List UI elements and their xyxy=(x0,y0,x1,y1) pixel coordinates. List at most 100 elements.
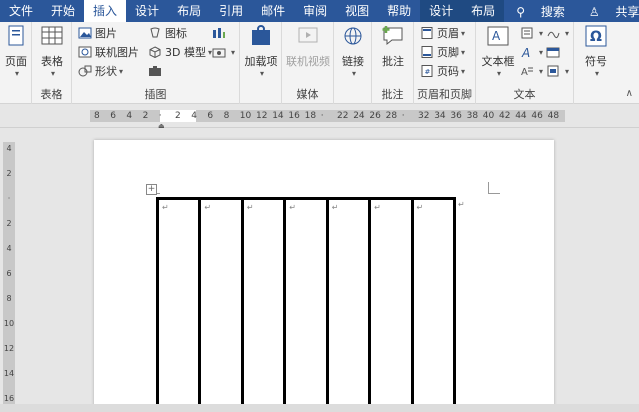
online-picture-button[interactable]: 联机图片 xyxy=(78,43,139,61)
table-cell[interactable]: ↵ xyxy=(414,200,453,412)
group-label-comments: 批注 xyxy=(381,88,404,101)
chevron-down-icon: ▾ xyxy=(14,69,19,78)
tab-review[interactable]: 审阅 xyxy=(294,0,336,22)
group-label-text: 文本 xyxy=(513,88,536,101)
addins-button[interactable]: 加载项 ▾ xyxy=(244,24,278,78)
symbol-button[interactable]: Ω 符号 ▾ xyxy=(579,24,613,78)
chevron-down-icon: ▾ xyxy=(565,28,570,38)
ruler-tick-label: 32 xyxy=(418,111,430,121)
table-cell[interactable]: ↵ xyxy=(371,200,414,412)
table-move-handle-icon[interactable]: + xyxy=(146,184,157,195)
online-video-button[interactable]: 联机视频 xyxy=(284,24,332,69)
cell-end-mark: ↵ xyxy=(162,203,169,212)
wordart-button[interactable]: A ▾ xyxy=(520,43,543,61)
chart-button[interactable]: ▾ xyxy=(212,43,235,61)
group-tables: 表格 ▾ 表格 xyxy=(32,22,72,104)
tab-insert[interactable]: 插入 xyxy=(84,0,127,22)
tab-mailings[interactable]: 邮件 xyxy=(252,0,294,22)
table[interactable]: ↵ ↵ ↵ ↵ ↵ ↵ ↵ xyxy=(156,197,456,412)
tab-right-area: ⚲ 搜索 ♙ 共享 xyxy=(504,3,639,20)
chevron-down-icon: ▾ xyxy=(539,66,544,76)
group-label-illustrations: 插图 xyxy=(144,88,167,101)
group-comments: 批注 批注 xyxy=(372,22,414,104)
table-cell[interactable]: ↵ xyxy=(201,200,244,412)
chevron-down-icon: ▾ xyxy=(594,69,599,78)
ruler-tick-label: 48 xyxy=(547,111,560,121)
cube-icon xyxy=(149,46,161,58)
group-header-footer: 页眉 ▾ 页脚 ▾ # 页码 ▾ 页眉和页脚 xyxy=(414,22,476,104)
shapes-icon xyxy=(78,65,92,77)
page-number-icon: # xyxy=(421,65,433,77)
search-box[interactable]: ⚲ 搜索 xyxy=(504,3,577,20)
smartart-button[interactable] xyxy=(212,24,229,42)
pages-button[interactable]: 页面 ▾ xyxy=(2,24,30,78)
calendar-icon xyxy=(546,47,560,58)
ruler-tick-label: · xyxy=(320,111,324,121)
tab-table-layout[interactable]: 布局 xyxy=(462,0,505,22)
tab-file[interactable]: 文件 xyxy=(0,0,42,22)
search-icon: ⚲ xyxy=(516,4,525,19)
picture-button[interactable]: 图片 xyxy=(78,24,117,42)
ruler-tick-label: 4 xyxy=(126,111,133,121)
horizontal-ruler[interactable]: 8 6 4 2 · 2 4 6 8 10 12 14 16 18 · 22 24 26 28 · 32 34 36 38 40 4… xyxy=(0,104,639,130)
tab-layout[interactable]: 布局 xyxy=(168,0,210,22)
tab-help[interactable]: 帮助 xyxy=(378,0,420,22)
textbox-button[interactable]: A 文本框 ▾ xyxy=(480,24,516,78)
signature-line-button[interactable]: ▾ xyxy=(546,24,569,42)
ruler-tick-label: 16 xyxy=(288,111,300,121)
screenshot-button[interactable] xyxy=(148,62,165,80)
vertical-ruler-tick-label: · xyxy=(7,194,11,203)
tab-table-design[interactable]: 设计 xyxy=(420,0,463,22)
ruler-tick-label: 8 xyxy=(223,111,230,121)
tab-design[interactable]: 设计 xyxy=(126,0,168,22)
svg-text:Ω: Ω xyxy=(590,29,602,45)
vertical-ruler[interactable]: 4 2 · 2 4 6 8 10 12 14 16 xyxy=(0,128,18,412)
date-time-button[interactable] xyxy=(546,43,563,61)
table-cell[interactable]: ↵ xyxy=(159,200,202,412)
footer-icon xyxy=(421,46,433,58)
ruler-tick-label: 4 xyxy=(191,111,197,121)
icons-button[interactable]: 图标 xyxy=(148,24,187,42)
object-button[interactable]: ▾ xyxy=(546,62,569,80)
chevron-down-icon: ▾ xyxy=(539,47,544,57)
vertical-ruler-tick-label: 8 xyxy=(6,294,12,303)
footer-button[interactable]: 页脚 ▾ xyxy=(420,43,465,61)
shapes-button[interactable]: 形状 ▾ xyxy=(78,62,123,80)
link-button[interactable]: 链接 ▾ xyxy=(337,24,369,78)
cell-end-mark: ↵ xyxy=(289,203,296,212)
table-button[interactable]: 表格 ▾ xyxy=(36,24,68,78)
group-links: 链接 ▾ xyxy=(334,22,372,104)
tab-home[interactable]: 开始 xyxy=(42,0,84,22)
vertical-ruler-tick-label: 4 xyxy=(6,244,12,253)
share-button[interactable]: ♙ 共享 xyxy=(577,3,639,20)
group-label-tables: 表格 xyxy=(40,88,63,101)
ruler-tick-label: 14 xyxy=(272,111,284,121)
chevron-down-icon: ▾ xyxy=(119,66,124,76)
chevron-down-icon: ▾ xyxy=(461,66,466,76)
picture-icon xyxy=(78,27,92,39)
chevron-down-icon: ▾ xyxy=(496,69,501,78)
quick-parts-icon xyxy=(521,27,533,39)
table-cell[interactable]: ↵ xyxy=(286,200,329,412)
ruler-tick-label: · xyxy=(401,111,405,121)
table-icon xyxy=(41,26,63,45)
tab-references[interactable]: 引用 xyxy=(210,0,252,22)
ruler-tick-label: · xyxy=(158,111,162,121)
indent-marker-icon[interactable]: ⏏ xyxy=(158,122,165,130)
online-picture-icon xyxy=(78,46,92,58)
ruler-tick-label: 8 xyxy=(94,111,100,121)
header-button[interactable]: 页眉 ▾ xyxy=(420,24,465,42)
cell-end-mark: ↵ xyxy=(331,203,339,212)
group-label-header-footer: 页眉和页脚 xyxy=(417,88,472,101)
table-cell[interactable]: ↵ xyxy=(244,200,287,412)
tab-view[interactable]: 视图 xyxy=(336,0,378,22)
ruler-tick-label: 10 xyxy=(239,111,252,121)
comment-button[interactable]: 批注 xyxy=(377,24,409,69)
page-number-button[interactable]: # 页码 ▾ xyxy=(420,62,465,80)
camera-icon xyxy=(149,66,161,76)
quick-parts-button[interactable]: ▾ xyxy=(520,24,543,42)
drop-cap-button[interactable]: A ▾ xyxy=(520,62,543,80)
collapse-ribbon-icon[interactable]: ∧ xyxy=(626,88,633,99)
3d-model-button[interactable]: 3D 模型 ▾ xyxy=(148,43,212,61)
table-cell[interactable]: ↵ xyxy=(329,200,372,412)
